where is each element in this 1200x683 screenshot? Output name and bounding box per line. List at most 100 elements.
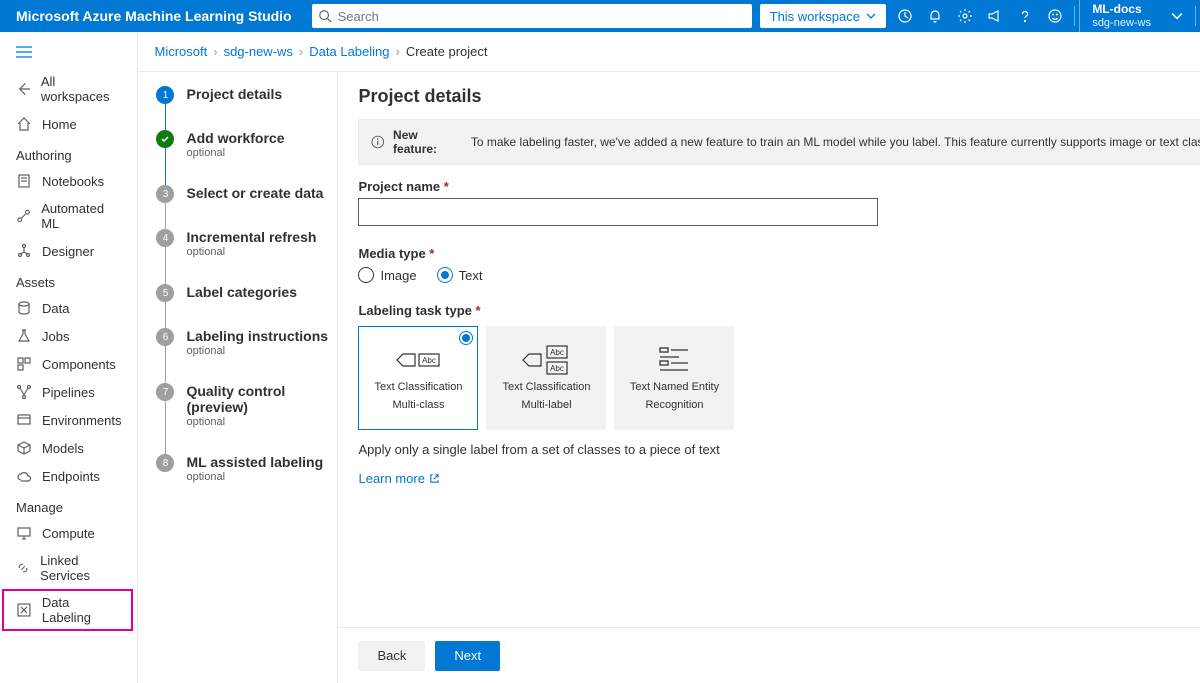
sidebar: All workspaces Home Authoring Notebooks …	[0, 32, 138, 683]
bell-icon[interactable]	[920, 0, 950, 32]
search-input[interactable]	[332, 9, 746, 24]
sidebar-item-home[interactable]: Home	[0, 110, 137, 138]
tag-abc-icon: Abc	[395, 345, 441, 375]
header-actions: ML-docs sdg-new-ws	[890, 0, 1200, 32]
back-button[interactable]: Back	[358, 641, 425, 671]
sidebar-item-models[interactable]: Models	[0, 434, 137, 462]
task-card-ner[interactable]: Text Named Entity Recognition	[614, 326, 734, 430]
sidebar-item-linked-services[interactable]: Linked Services	[0, 547, 137, 589]
task-card-label: Text Classification	[374, 381, 462, 393]
breadcrumb-link[interactable]: Data Labeling	[309, 44, 389, 59]
ner-icon	[659, 345, 689, 375]
radio-text[interactable]: Text	[437, 267, 483, 283]
pipeline-icon	[16, 384, 32, 400]
wizard-step-2[interactable]: Add workforceoptional	[156, 130, 329, 185]
sidebar-item-label: Home	[42, 117, 77, 132]
learn-more-link[interactable]: Learn more	[358, 471, 439, 486]
task-card-sublabel: Multi-label	[521, 399, 571, 411]
workspace-switcher[interactable]: ML-docs sdg-new-ws	[1079, 0, 1163, 32]
wizard-step-7[interactable]: 7 Quality control (preview)optional	[156, 383, 329, 454]
svg-text:Abc: Abc	[551, 348, 565, 357]
wizard-footer: Back Next Cancel	[338, 627, 1200, 683]
form-area: Project details New feature: To make lab…	[338, 72, 1200, 627]
search-box[interactable]	[312, 4, 752, 28]
radio-image[interactable]: Image	[358, 267, 416, 283]
sidebar-item-jobs[interactable]: Jobs	[0, 322, 137, 350]
wizard-step-6[interactable]: 6 Labeling instructionsoptional	[156, 328, 329, 383]
radio-label: Text	[459, 268, 483, 283]
search-icon	[318, 9, 332, 23]
task-type-label: Labeling task type *	[358, 303, 1200, 318]
wizard-step-8[interactable]: 8 ML assisted labelingoptional	[156, 454, 329, 483]
sidebar-item-label: Linked Services	[40, 553, 121, 583]
task-card-multiclass[interactable]: Abc Text Classification Multi-class	[358, 326, 478, 430]
sidebar-item-automl[interactable]: Automated ML	[0, 195, 137, 237]
components-icon	[16, 356, 32, 372]
cloud-icon	[16, 468, 32, 484]
checkmark-icon	[156, 130, 174, 148]
step-number: 8	[156, 454, 174, 472]
sidebar-item-components[interactable]: Components	[0, 350, 137, 378]
info-icon	[371, 135, 385, 149]
database-icon	[16, 300, 32, 316]
sidebar-item-pipelines[interactable]: Pipelines	[0, 378, 137, 406]
megaphone-icon[interactable]	[980, 0, 1010, 32]
info-text: To make labeling faster, we've added a n…	[471, 135, 1200, 149]
workspace-chevron-icon[interactable]	[1163, 10, 1191, 22]
sidebar-item-designer[interactable]: Designer	[0, 237, 137, 265]
clock-icon[interactable]	[890, 0, 920, 32]
smile-icon[interactable]	[1040, 0, 1070, 32]
sidebar-item-label: Data	[42, 301, 69, 316]
project-name-input[interactable]	[358, 198, 878, 226]
workspace-scope-label: This workspace	[770, 9, 860, 24]
sidebar-item-environments[interactable]: Environments	[0, 406, 137, 434]
workspace-name: ML-docs	[1092, 2, 1151, 16]
wizard-step-3[interactable]: 3 Select or create data	[156, 185, 329, 229]
sidebar-item-label: Data Labeling	[42, 595, 122, 625]
sidebar-item-label: Components	[42, 357, 116, 372]
radio-icon	[437, 267, 453, 283]
step-title: ML assisted labeling	[186, 454, 323, 470]
sidebar-item-label: Designer	[42, 244, 94, 259]
sidebar-item-compute[interactable]: Compute	[0, 519, 137, 547]
step-title: Label categories	[186, 284, 297, 300]
sidebar-item-endpoints[interactable]: Endpoints	[0, 462, 137, 490]
wizard-step-4[interactable]: 4 Incremental refreshoptional	[156, 229, 329, 284]
wizard-step-1[interactable]: 1 Project details	[156, 86, 329, 130]
step-number: 6	[156, 328, 174, 346]
task-card-multilabel[interactable]: AbcAbc Text Classification Multi-label	[486, 326, 606, 430]
menu-toggle-icon[interactable]	[0, 42, 137, 68]
breadcrumb-current: Create project	[406, 44, 488, 59]
wizard-step-5[interactable]: 5 Label categories	[156, 284, 329, 328]
next-button[interactable]: Next	[435, 641, 500, 671]
media-type-label: Media type *	[358, 246, 1200, 261]
radio-icon	[358, 267, 374, 283]
help-icon[interactable]	[1010, 0, 1040, 32]
environment-icon	[16, 412, 32, 428]
breadcrumb-link[interactable]: Microsoft	[154, 44, 207, 59]
workspace-scope-selector[interactable]: This workspace	[760, 4, 886, 28]
sidebar-item-label: Models	[42, 441, 84, 456]
sidebar-item-label: Compute	[42, 526, 95, 541]
step-title: Quality control (preview)	[186, 383, 329, 415]
step-title: Add workforce	[186, 130, 284, 146]
sidebar-item-label: All workspaces	[41, 74, 122, 104]
sidebar-item-data[interactable]: Data	[0, 294, 137, 322]
sidebar-item-data-labeling[interactable]: Data Labeling	[2, 589, 133, 631]
step-title: Labeling instructions	[186, 328, 328, 344]
task-description: Apply only a single label from a set of …	[358, 442, 1200, 457]
sidebar-item-label: Pipelines	[42, 385, 95, 400]
breadcrumb-link[interactable]: sdg-new-ws	[224, 44, 293, 59]
gear-icon[interactable]	[950, 0, 980, 32]
info-label: New feature:	[393, 128, 463, 156]
automl-icon	[16, 208, 31, 224]
designer-icon	[16, 243, 32, 259]
svg-text:Abc: Abc	[551, 364, 565, 373]
sidebar-item-notebooks[interactable]: Notebooks	[0, 167, 137, 195]
tag-multi-abc-icon: Abc Abc	[521, 345, 571, 375]
step-optional: optional	[186, 246, 316, 258]
sidebar-item-all-workspaces[interactable]: All workspaces	[0, 68, 137, 110]
step-title: Incremental refresh	[186, 229, 316, 245]
workspace-subname: sdg-new-ws	[1092, 17, 1151, 30]
radio-icon	[459, 331, 473, 345]
